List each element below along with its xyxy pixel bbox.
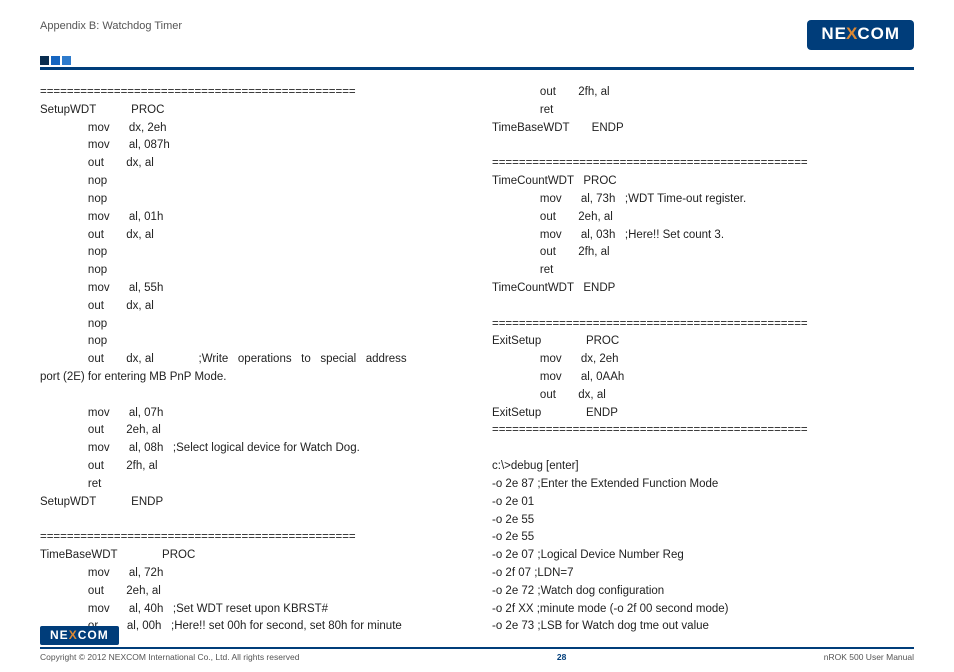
square-icon <box>62 56 71 65</box>
appendix-title: Appendix B: Watchdog Timer <box>40 20 182 32</box>
footer: NEXCOM Copyright © 2012 NEXCOM Internati… <box>40 626 914 662</box>
footer-row: Copyright © 2012 NEXCOM International Co… <box>40 652 914 662</box>
decorative-squares <box>40 56 914 65</box>
logo-letter-e: E <box>60 628 69 642</box>
logo-letters-com: COM <box>857 24 900 44</box>
footer-logo-wrap: NEXCOM <box>40 626 914 645</box>
footer-rule <box>40 647 914 649</box>
logo-letter-n: N <box>821 24 834 44</box>
content-columns: ========================================… <box>40 84 914 636</box>
code-column-left: ========================================… <box>40 84 462 636</box>
page: Appendix B: Watchdog Timer NEXCOM ======… <box>0 0 954 672</box>
header-left: Appendix B: Watchdog Timer <box>40 20 182 32</box>
logo-letter-n: N <box>50 628 60 642</box>
logo-letter-x: X <box>69 628 78 642</box>
nexcom-logo-small: NEXCOM <box>40 626 119 645</box>
code-column-right: out 2fh, al ret TimeBaseWDT ENDP =======… <box>492 84 914 636</box>
square-icon <box>51 56 60 65</box>
copyright-text: Copyright © 2012 NEXCOM International Co… <box>40 652 300 662</box>
nexcom-logo: NEXCOM <box>807 20 914 50</box>
logo-letters-com: COM <box>78 628 109 642</box>
manual-title: nROK 500 User Manual <box>824 652 914 662</box>
header-rule <box>40 67 914 70</box>
header-row: Appendix B: Watchdog Timer NEXCOM <box>40 20 914 50</box>
square-icon <box>40 56 49 65</box>
page-number: 28 <box>557 652 566 662</box>
